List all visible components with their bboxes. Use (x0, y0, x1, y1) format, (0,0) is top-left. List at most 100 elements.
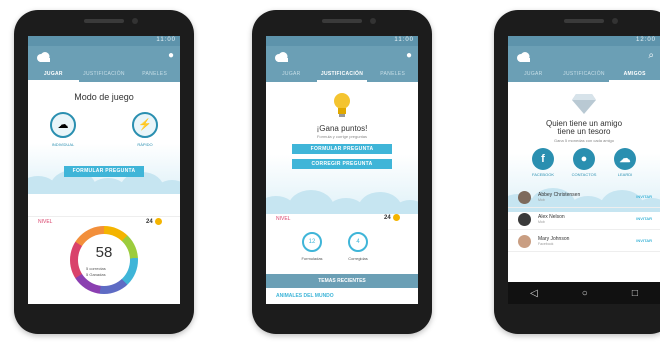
search-icon[interactable]: ⌕ (648, 50, 654, 61)
app-friends-label: LEARDI (617, 172, 633, 177)
cloud-icon: ☁ (619, 153, 631, 165)
diamond-icon (572, 94, 596, 114)
phone-camera (612, 18, 618, 24)
page-title: Modo de juego (74, 92, 134, 102)
tab-bar: JUGAR JUSTIFICACIÓN PANELES (266, 68, 418, 82)
back-icon[interactable]: ◁ (530, 288, 538, 299)
invite-button[interactable]: INVITAR (636, 216, 652, 221)
status-time: 12:00 (635, 37, 656, 43)
tab-friends[interactable]: AMIGOS (609, 68, 660, 82)
status-bar: 11:00 (28, 36, 180, 46)
points-value: 24 (146, 219, 153, 226)
contacts-label: CONTACTOS (571, 172, 597, 177)
mode-individual-label: INDIVIDUAL (51, 142, 75, 147)
phone-speaker (322, 19, 362, 23)
system-nav-bar: ◁ ○ □ (508, 282, 660, 304)
points-value: 24 (384, 215, 391, 222)
tab-justify[interactable]: JUSTIFICACIÓN (79, 68, 130, 82)
screen-play-mode: 11:00 ● JUGAR JUSTIFICACIÓN PANELES Modo… (28, 36, 180, 304)
coin-icon (154, 218, 162, 225)
level-label: NIVEL (276, 216, 291, 222)
status-time: 11:00 (394, 37, 414, 43)
lightbulb-icon (334, 93, 350, 117)
facebook-button[interactable]: f (532, 148, 554, 170)
facebook-label: FACEBOOK (531, 172, 554, 177)
facebook-icon: f (541, 153, 545, 165)
app-bar: ⌕ (508, 46, 660, 68)
friend-row[interactable]: Mary Johnson Facebook INVITAR (508, 232, 660, 252)
tab-play[interactable]: JUGAR (28, 68, 79, 82)
tab-justify[interactable]: JUSTIFICACIÓN (559, 68, 610, 82)
tab-play[interactable]: JUGAR (508, 68, 559, 82)
app-bar: ● (28, 46, 180, 68)
cloud-logo-icon (517, 52, 530, 62)
screen-friends: 12:00 ⌕ JUGAR JUSTIFICACIÓN AMIGOS Quien… (508, 36, 660, 304)
friend-source: Facebook (538, 242, 554, 246)
formulated-label: Formuladas (301, 256, 323, 261)
corrected-count: 4 (348, 232, 368, 252)
app-showcase: 11:00 ● JUGAR JUSTIFICACIÓN PANELES Modo… (0, 0, 660, 342)
page-title-line-2: tiene un tesoro (557, 127, 611, 136)
cloud-decoration (266, 186, 418, 214)
phone-earn-points: 11:00 ● JUGAR JUSTIFICACIÓN PANELES ¡Gan… (252, 10, 432, 334)
status-time: 11:00 (156, 37, 176, 43)
tab-bar: JUGAR JUSTIFICACIÓN PANELES (28, 68, 180, 82)
level-label: NIVEL (38, 219, 53, 225)
invite-button[interactable]: INVITAR (636, 194, 652, 199)
recent-topics-header: TEMAS RECIENTES (266, 274, 418, 288)
phone-speaker (84, 19, 124, 23)
avatar (518, 235, 531, 248)
divider (28, 216, 180, 217)
corrected-label: Corregidas (348, 256, 368, 261)
cloud-logo-icon (37, 52, 50, 62)
tab-panels[interactable]: PANELES (129, 68, 180, 82)
invite-button[interactable]: INVITAR (636, 238, 652, 243)
cloud-icon: ☁ (57, 119, 69, 131)
tab-bar: JUGAR JUSTIFICACIÓN AMIGOS (508, 68, 660, 82)
screen-earn-points: 11:00 ● JUGAR JUSTIFICACIÓN PANELES ¡Gan… (266, 36, 418, 304)
avatar (518, 213, 531, 226)
friend-source: Mob (538, 220, 545, 224)
avatar (518, 191, 531, 204)
formulated-count: 12 (302, 232, 322, 252)
phone-friends: 12:00 ⌕ JUGAR JUSTIFICACIÓN AMIGOS Quien… (494, 10, 660, 334)
tab-panels[interactable]: PANELES (367, 68, 418, 82)
profile-icon[interactable]: ● (168, 50, 174, 61)
coin-icon (392, 214, 400, 221)
tab-justify[interactable]: JUSTIFICACIÓN (316, 68, 368, 82)
lightning-icon: ⚡ (138, 119, 152, 131)
status-bar: 12:00 (508, 36, 660, 46)
tab-play[interactable]: JUGAR (266, 68, 317, 82)
friend-source: Mob (538, 198, 545, 202)
app-friends-button[interactable]: ☁ (614, 148, 636, 170)
points-count: 24 (146, 218, 162, 225)
score-value: 58 (95, 244, 113, 261)
legend-won: 5 Ganadas (86, 272, 106, 277)
mode-fast-label: RÁPIDO (137, 142, 153, 147)
app-bar: ● (266, 46, 418, 68)
home-icon[interactable]: ○ (582, 288, 588, 299)
phone-speaker (564, 19, 604, 23)
recents-icon[interactable]: □ (632, 288, 638, 299)
page-subtitle: Gana 5 monedas con cada amigo (553, 138, 615, 143)
ask-question-button[interactable]: FORMULAR PREGUNTA (64, 166, 144, 177)
recent-topic-item[interactable]: ANIMALES DEL MUNDO (276, 293, 334, 299)
legend-correct: 5 correctas (86, 266, 106, 271)
ask-question-button[interactable]: FORMULAR PREGUNTA (292, 144, 392, 154)
mode-individual-button[interactable]: ☁ (50, 112, 76, 138)
mode-fast-button[interactable]: ⚡ (132, 112, 158, 138)
friend-row[interactable]: Alex Nelson Mob INVITAR (508, 210, 660, 230)
friend-row[interactable]: Abbey Christensen Mob INVITAR (508, 188, 660, 208)
cloud-logo-icon (275, 52, 288, 62)
phone-play-mode: 11:00 ● JUGAR JUSTIFICACIÓN PANELES Modo… (14, 10, 194, 334)
points-count: 24 (384, 214, 400, 221)
correct-question-button[interactable]: CORREGIR PREGUNTA (292, 159, 392, 169)
phone-camera (370, 18, 376, 24)
person-icon: ● (580, 153, 588, 165)
page-title: ¡Gana puntos! (316, 124, 368, 133)
contacts-button[interactable]: ● (573, 148, 595, 170)
profile-icon[interactable]: ● (406, 50, 412, 61)
page-subtitle: Formula y corrige preguntas (316, 134, 368, 139)
phone-camera (132, 18, 138, 24)
status-bar: 11:00 (266, 36, 418, 46)
